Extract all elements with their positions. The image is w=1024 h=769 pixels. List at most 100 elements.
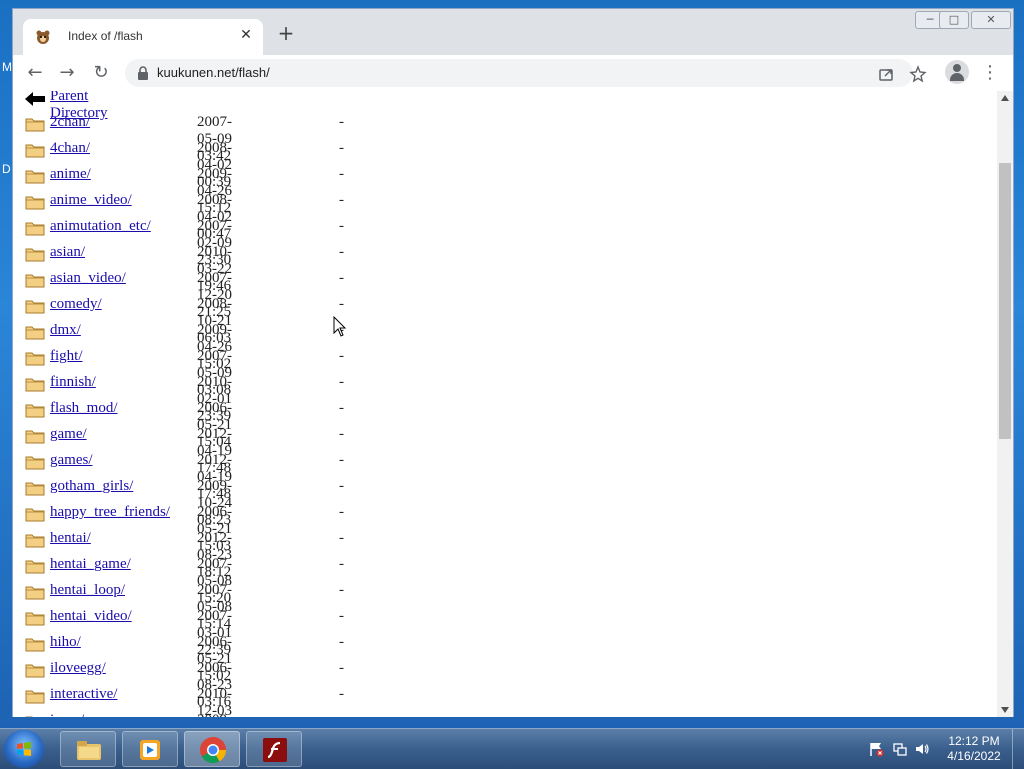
lock-icon[interactable] xyxy=(137,66,149,80)
directory-link[interactable]: dmx/ xyxy=(50,322,81,339)
windows-logo-icon xyxy=(17,742,31,756)
folder-icon xyxy=(25,222,45,236)
directory-link[interactable]: hentai_video/ xyxy=(50,608,132,625)
network-icon[interactable] xyxy=(892,741,908,757)
folder-icon xyxy=(25,560,45,574)
start-button[interactable] xyxy=(4,730,44,768)
directory-link[interactable]: asian_video/ xyxy=(50,270,126,287)
folder-icon xyxy=(25,118,45,132)
directory-link[interactable]: fight/ xyxy=(50,348,83,365)
file-size: - xyxy=(339,478,344,494)
vertical-scrollbar[interactable] xyxy=(997,91,1013,717)
directory-link[interactable]: comedy/ xyxy=(50,296,102,313)
media-player-icon xyxy=(140,740,160,760)
bookmark-star-icon[interactable] xyxy=(909,65,927,83)
folder-icon xyxy=(25,508,45,522)
maximize-button[interactable]: □ xyxy=(939,11,969,29)
folder-icon xyxy=(25,690,45,704)
flash-player-icon xyxy=(263,738,287,762)
file-size: - xyxy=(339,608,344,624)
folder-icon xyxy=(25,716,33,717)
file-size: - xyxy=(339,556,344,572)
tab-close-icon[interactable]: ✕ xyxy=(237,27,255,43)
folder-icon xyxy=(25,274,45,288)
file-size: - xyxy=(339,296,344,312)
directory-link[interactable]: finnish/ xyxy=(50,374,96,391)
file-size: - xyxy=(339,270,344,286)
folder-icon xyxy=(25,638,45,652)
directory-link[interactable]: flash_mod/ xyxy=(50,400,118,417)
address-bar[interactable]: kuukunen.net/flash/ xyxy=(125,59,927,87)
directory-link[interactable]: games/ xyxy=(50,452,93,469)
new-tab-button[interactable]: + xyxy=(275,23,297,43)
folder-icon xyxy=(25,456,45,470)
taskbar-explorer-button[interactable] xyxy=(60,731,116,767)
file-size: - xyxy=(339,426,344,442)
reload-button[interactable]: ↻ xyxy=(89,61,113,85)
show-desktop-button[interactable] xyxy=(1012,729,1024,769)
scroll-up-icon[interactable] xyxy=(1001,95,1009,101)
folder-explorer-icon xyxy=(77,741,101,760)
folder-icon xyxy=(25,248,45,262)
taskbar-media-player-button[interactable] xyxy=(122,731,178,767)
file-size: - xyxy=(339,218,344,234)
scroll-down-icon[interactable] xyxy=(1001,707,1009,713)
action-center-flag-icon[interactable] xyxy=(868,741,884,757)
directory-link[interactable]: hentai/ xyxy=(50,530,91,547)
folder-icon xyxy=(25,482,45,496)
file-size: - xyxy=(339,114,344,130)
mouse-cursor-icon xyxy=(333,316,347,337)
directory-link[interactable]: game/ xyxy=(50,426,87,443)
directory-link[interactable]: asian/ xyxy=(50,244,85,261)
file-size: - xyxy=(339,140,344,156)
directory-link[interactable]: happy_tree_friends/ xyxy=(50,504,170,521)
taskbar: 12:12 PM 4/16/2022 xyxy=(0,728,1024,769)
scrollbar-thumb[interactable] xyxy=(999,163,1011,439)
url-text[interactable]: kuukunen.net/flash/ xyxy=(157,65,270,80)
folder-icon xyxy=(25,300,45,314)
taskbar-flash-button[interactable] xyxy=(246,731,302,767)
close-window-button[interactable]: ✕ xyxy=(971,11,1011,29)
tab-index-of-flash[interactable]: Index of /flash ✕ xyxy=(23,19,263,55)
directory-link[interactable]: interactive/ xyxy=(50,686,117,703)
modified-date: 2009-01-07 06:03 xyxy=(197,712,232,717)
desktop-icon-label[interactable]: M xyxy=(2,60,12,74)
folder-icon xyxy=(25,534,45,548)
directory-link[interactable]: 4chan/ xyxy=(50,140,90,157)
file-size: - xyxy=(339,660,344,676)
folder-icon xyxy=(25,612,45,626)
profile-avatar-icon[interactable] xyxy=(945,60,969,84)
directory-link[interactable]: gotham_girls/ xyxy=(50,478,133,495)
directory-link[interactable]: hentai_game/ xyxy=(50,556,131,573)
volume-icon[interactable] xyxy=(914,741,930,757)
directory-link[interactable]: jesus/ xyxy=(50,712,84,717)
directory-link[interactable]: iloveegg/ xyxy=(50,660,106,677)
directory-link[interactable]: hiho/ xyxy=(50,634,81,651)
system-clock[interactable]: 12:12 PM 4/16/2022 xyxy=(944,734,1004,764)
file-size: - xyxy=(339,634,344,650)
back-button[interactable]: ← xyxy=(23,61,47,85)
folder-icon xyxy=(25,144,45,158)
directory-link[interactable]: hentai_loop/ xyxy=(50,582,125,599)
file-size: - xyxy=(339,712,344,717)
chrome-icon xyxy=(200,737,227,764)
directory-link[interactable]: 2chan/ xyxy=(50,114,90,131)
forward-button[interactable]: → xyxy=(55,61,79,85)
desktop-icon-label[interactable]: D xyxy=(2,162,11,176)
clock-date: 4/16/2022 xyxy=(947,749,1001,763)
directory-link[interactable]: animutation_etc/ xyxy=(50,218,151,235)
menu-kebab-icon[interactable]: ⋮ xyxy=(981,61,999,85)
directory-link[interactable]: anime/ xyxy=(50,166,91,183)
file-size: - xyxy=(339,348,344,364)
file-size: - xyxy=(339,192,344,208)
folder-icon xyxy=(25,326,45,340)
folder-icon xyxy=(25,196,45,210)
directory-link[interactable]: anime_video/ xyxy=(50,192,132,209)
folder-icon xyxy=(25,352,45,366)
folder-icon xyxy=(25,430,45,444)
share-icon[interactable] xyxy=(877,65,895,83)
taskbar-chrome-button[interactable] xyxy=(184,731,240,767)
file-size: - xyxy=(339,686,344,702)
file-size: - xyxy=(339,374,344,390)
title-bar: Index of /flash ✕ + ─ □ ✕ xyxy=(13,9,1013,55)
